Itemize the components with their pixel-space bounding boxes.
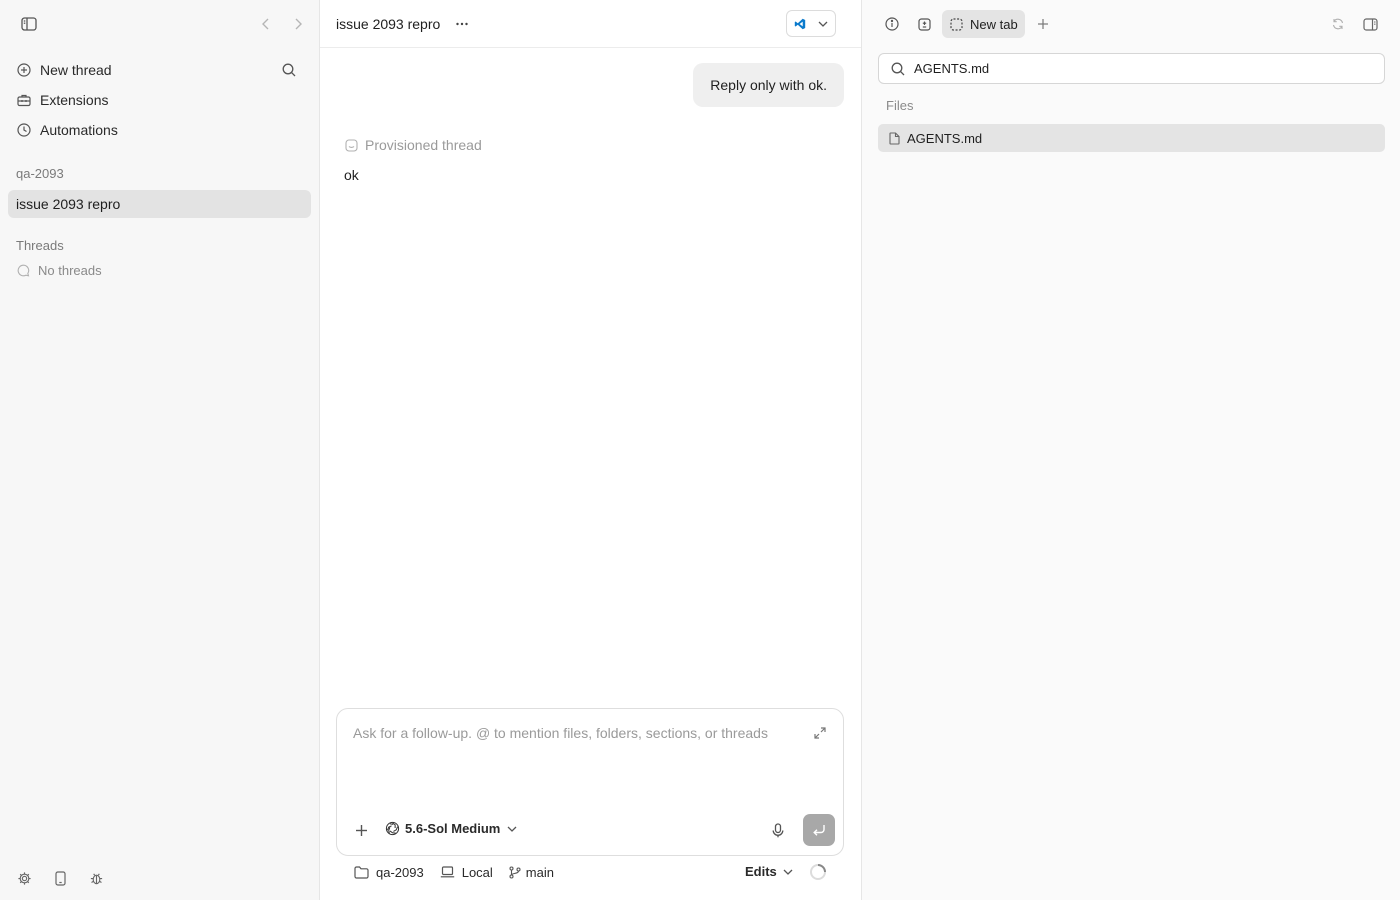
- forward-arrow-icon[interactable]: [288, 14, 308, 34]
- toolbox-icon: [16, 92, 32, 108]
- sidebar: New thread Extensions Automations qa-209…: [0, 0, 320, 900]
- no-threads-label: No threads: [38, 263, 102, 278]
- tab-label: New tab: [970, 16, 1018, 32]
- openai-logo-icon: [385, 821, 400, 836]
- microphone-icon[interactable]: [770, 822, 786, 838]
- branch-label: main: [525, 864, 554, 880]
- mobile-device-icon[interactable]: [52, 870, 68, 886]
- threads-heading: Threads: [16, 238, 64, 253]
- dashed-square-icon: [950, 17, 963, 31]
- sidebar-item-issue-2093-repro[interactable]: issue 2093 repro: [8, 190, 311, 218]
- edits-mode-label: Edits: [745, 864, 777, 879]
- thread-footer: qa-2093 Local main: [354, 862, 570, 882]
- environment-label: Local: [461, 864, 493, 880]
- provisioned-status-icon: [344, 138, 358, 152]
- model-name: 5.6-Sol Medium: [405, 821, 501, 836]
- gear-icon[interactable]: [16, 870, 32, 886]
- add-tab-icon[interactable]: [1035, 16, 1051, 32]
- files-section-label: Files: [886, 98, 914, 113]
- project-label: qa-2093: [376, 864, 424, 880]
- panel-tab-bar: New tab: [862, 0, 1400, 48]
- file-result-item[interactable]: AGENTS.md: [878, 124, 1385, 152]
- automations-button[interactable]: Automations: [8, 115, 311, 145]
- tab-new-tab[interactable]: New tab: [942, 10, 1025, 38]
- refresh-icon[interactable]: [1331, 17, 1345, 31]
- project-selector[interactable]: qa-2093: [354, 865, 424, 880]
- file-search-box[interactable]: [878, 53, 1385, 84]
- extensions-button[interactable]: Extensions: [8, 85, 311, 115]
- new-thread-button[interactable]: New thread: [8, 55, 311, 85]
- project-heading[interactable]: qa-2093: [16, 166, 64, 181]
- enter-arrow-icon: [812, 823, 826, 837]
- git-branch-icon: [509, 865, 521, 880]
- assistant-message: ok: [344, 167, 359, 183]
- chevron-down-icon: [817, 18, 829, 30]
- diff-icon[interactable]: [916, 16, 932, 32]
- sidebar-nav: New thread Extensions Automations: [8, 55, 311, 145]
- automations-label: Automations: [40, 122, 118, 138]
- file-icon: [888, 131, 900, 145]
- search-icon[interactable]: [281, 62, 297, 78]
- sidebar-toggle-icon[interactable]: [18, 14, 40, 34]
- sidebar-footer: [16, 870, 104, 886]
- edits-mode-selector[interactable]: Edits: [745, 864, 794, 879]
- composer-input[interactable]: Ask for a follow-up. @ to mention files,…: [353, 725, 768, 741]
- chevron-down-icon: [783, 866, 794, 877]
- thread-status-label: Provisioned thread: [365, 137, 482, 153]
- chevron-down-icon: [506, 823, 517, 834]
- side-panel: New tab Files AGENTS.md: [861, 0, 1400, 900]
- more-options-icon[interactable]: [454, 14, 470, 34]
- composer: Ask for a follow-up. @ to mention files,…: [336, 708, 844, 856]
- laptop-icon: [440, 865, 455, 880]
- plus-circle-icon: [16, 62, 32, 78]
- thread-title: issue 2093 repro: [336, 16, 441, 32]
- expand-icon[interactable]: [813, 726, 827, 740]
- open-in-editor-button[interactable]: [786, 10, 836, 37]
- panel-layout-icon[interactable]: [1362, 16, 1378, 32]
- thread-view: issue 2093 repro Reply only with ok. Pro…: [320, 0, 861, 900]
- model-selector[interactable]: 5.6-Sol Medium: [385, 821, 522, 836]
- thread-status: Provisioned thread: [344, 137, 482, 153]
- extensions-label: Extensions: [40, 92, 109, 108]
- back-arrow-icon[interactable]: [256, 14, 276, 34]
- info-icon[interactable]: [884, 16, 900, 32]
- file-search-input[interactable]: [914, 61, 1354, 76]
- folder-icon: [354, 865, 369, 880]
- user-message-bubble: Reply only with ok.: [693, 63, 844, 107]
- environment-selector[interactable]: Local: [440, 865, 493, 880]
- branch-selector[interactable]: main: [509, 865, 554, 880]
- sidebar-toolbar: [14, 12, 305, 36]
- attach-plus-icon[interactable]: [354, 823, 368, 837]
- new-thread-label: New thread: [40, 62, 112, 78]
- vscode-logo-icon: [793, 17, 807, 31]
- no-threads-placeholder: No threads: [16, 263, 102, 278]
- loading-spinner-icon: [809, 863, 827, 881]
- file-result-label: AGENTS.md: [907, 130, 983, 146]
- thread-header: issue 2093 repro: [320, 0, 861, 48]
- chat-bubble-icon: [16, 264, 30, 278]
- send-button[interactable]: [803, 814, 835, 846]
- clock-icon: [16, 122, 32, 138]
- search-icon: [890, 61, 905, 76]
- bug-icon[interactable]: [88, 870, 104, 886]
